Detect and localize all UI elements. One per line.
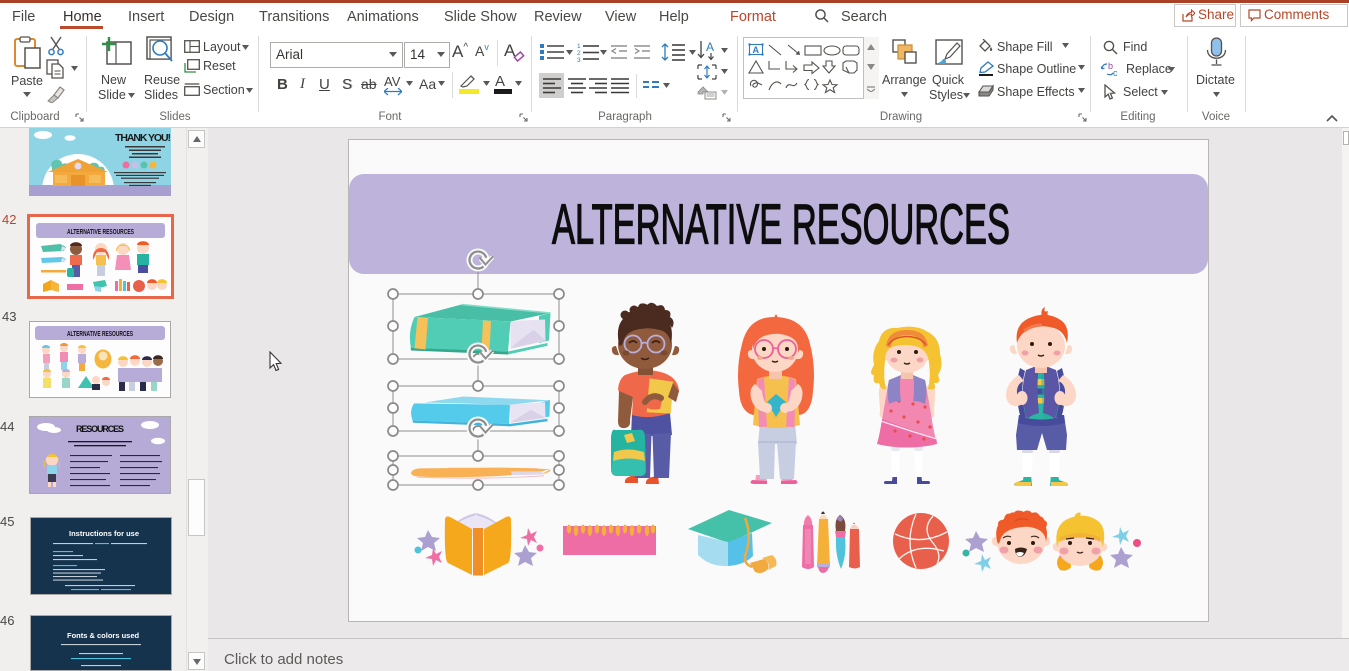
- svg-text:2: 2: [577, 50, 581, 57]
- svg-text:1: 1: [577, 43, 581, 50]
- svg-text:ALTERNATIVE RESOURCES: ALTERNATIVE RESOURCES: [67, 229, 134, 236]
- svg-text:ALTERNATIVE RESOURCES: ALTERNATIVE RESOURCES: [552, 193, 1010, 257]
- svg-text:Instructions for use: Instructions for use: [69, 529, 139, 538]
- svg-text:c: c: [1113, 68, 1118, 78]
- svg-text:A: A: [753, 45, 760, 55]
- svg-text:ALTERNATIVE RESOURCES: ALTERNATIVE RESOURCES: [67, 331, 133, 338]
- svg-text:RESOURCES: RESOURCES: [76, 424, 124, 434]
- svg-text:Fonts & colors used: Fonts & colors used: [67, 631, 140, 640]
- svg-text:3: 3: [577, 57, 581, 62]
- svg-text:A: A: [706, 40, 714, 54]
- svg-text:THANK YOU!: THANK YOU!: [115, 132, 171, 144]
